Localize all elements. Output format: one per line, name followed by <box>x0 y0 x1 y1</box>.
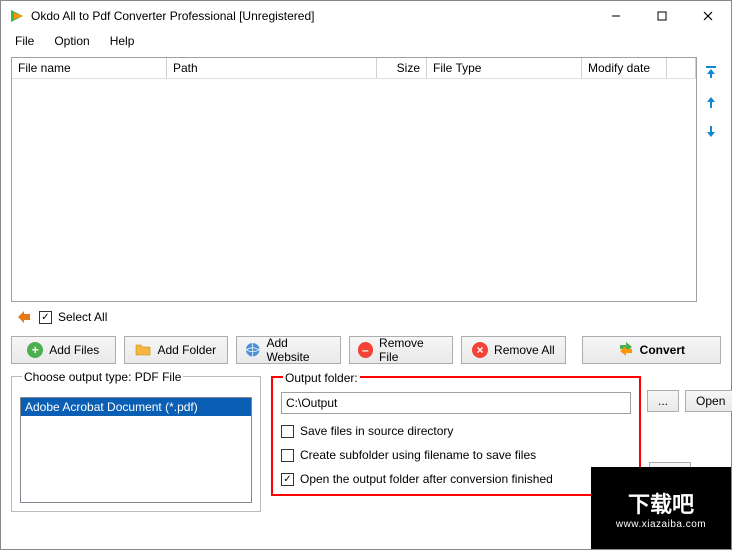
app-icon <box>9 8 25 24</box>
output-type-panel: Choose output type: PDF File Adobe Acrob… <box>11 376 261 512</box>
col-size[interactable]: Size <box>377 58 427 78</box>
col-spacer <box>667 58 696 78</box>
output-folder-input[interactable] <box>281 392 631 414</box>
convert-label: Convert <box>640 343 685 357</box>
close-button[interactable] <box>685 1 731 31</box>
minimize-button[interactable] <box>593 1 639 31</box>
select-all-label: Select All <box>58 310 107 324</box>
output-type-legend: Choose output type: PDF File <box>22 370 183 384</box>
create-subfolder-checkbox[interactable] <box>281 449 294 462</box>
add-website-label: Add Website <box>266 336 331 364</box>
add-files-label: Add Files <box>49 343 99 357</box>
add-folder-button[interactable]: Add Folder <box>124 336 229 364</box>
menu-file[interactable]: File <box>7 32 42 50</box>
remove-all-button[interactable]: × Remove All <box>461 336 566 364</box>
move-top-icon[interactable] <box>702 63 720 81</box>
open-after-label: Open the output folder after conversion … <box>300 472 553 486</box>
open-folder-button[interactable]: Open <box>685 390 732 412</box>
table-body[interactable] <box>12 79 696 301</box>
watermark-url: www.xiazaiba.com <box>616 519 706 530</box>
watermark-text: 下载吧 <box>628 487 694 519</box>
add-folder-label: Add Folder <box>157 343 216 357</box>
folder-icon <box>135 342 151 358</box>
minus-icon: – <box>358 342 373 358</box>
watermark: 下载吧 www.xiazaiba.com <box>591 467 731 549</box>
remove-file-label: Remove File <box>379 336 444 364</box>
up-arrow-icon[interactable] <box>15 308 33 326</box>
menu-help[interactable]: Help <box>102 32 143 50</box>
move-down-icon[interactable] <box>702 123 720 141</box>
convert-icon <box>618 341 634 360</box>
move-up-icon[interactable] <box>702 93 720 111</box>
reorder-controls <box>701 57 721 302</box>
globe-icon <box>245 342 260 358</box>
col-modify[interactable]: Modify date <box>582 58 667 78</box>
remove-all-label: Remove All <box>494 343 555 357</box>
col-path[interactable]: Path <box>167 58 377 78</box>
plus-icon: + <box>27 342 43 358</box>
add-files-button[interactable]: + Add Files <box>11 336 116 364</box>
menu-bar: File Option Help <box>1 31 731 51</box>
window-title: Okdo All to Pdf Converter Professional [… <box>31 9 593 23</box>
title-bar: Okdo All to Pdf Converter Professional [… <box>1 1 731 31</box>
output-type-item[interactable]: Adobe Acrobat Document (*.pdf) <box>21 398 251 416</box>
output-folder-legend: Output folder: <box>283 371 360 385</box>
x-icon: × <box>472 342 488 358</box>
open-after-checkbox[interactable]: ✓ <box>281 473 294 486</box>
table-header: File name Path Size File Type Modify dat… <box>12 58 696 79</box>
add-website-button[interactable]: Add Website <box>236 336 341 364</box>
save-source-checkbox[interactable] <box>281 425 294 438</box>
col-filename[interactable]: File name <box>12 58 167 78</box>
output-folder-panel: Output folder: Save files in source dire… <box>271 376 641 496</box>
select-all-checkbox[interactable]: ✓ <box>39 311 52 324</box>
save-source-label: Save files in source directory <box>300 424 453 438</box>
file-table[interactable]: File name Path Size File Type Modify dat… <box>11 57 697 302</box>
menu-option[interactable]: Option <box>46 32 97 50</box>
maximize-button[interactable] <box>639 1 685 31</box>
output-type-list[interactable]: Adobe Acrobat Document (*.pdf) <box>20 397 252 503</box>
browse-button[interactable]: ... <box>647 390 679 412</box>
convert-button[interactable]: Convert <box>582 336 721 364</box>
col-filetype[interactable]: File Type <box>427 58 582 78</box>
remove-file-button[interactable]: – Remove File <box>349 336 454 364</box>
create-subfolder-label: Create subfolder using filename to save … <box>300 448 536 462</box>
